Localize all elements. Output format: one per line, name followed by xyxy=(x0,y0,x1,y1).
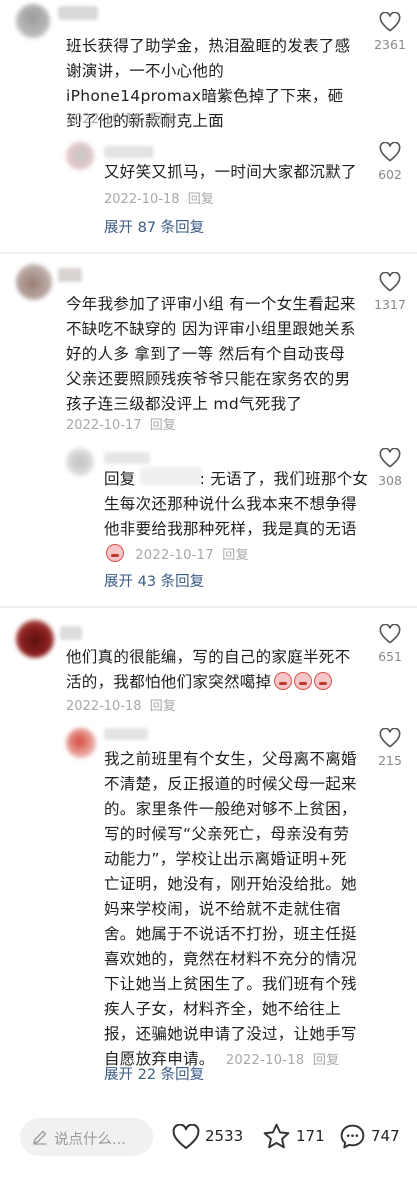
reply-link[interactable]: 回复 xyxy=(188,192,214,207)
like-total-count: 2533 xyxy=(205,1127,244,1145)
reply-meta: 2022-10-17 回复 xyxy=(135,548,253,563)
reply-text: : 无语了，我们班那个女生每次还那种说什么我本来不想争得他非要给我那种死样，我是… xyxy=(104,470,369,538)
heart-icon xyxy=(172,1124,200,1150)
reply-link[interactable]: 回复 xyxy=(222,548,249,563)
heart-icon xyxy=(379,727,401,748)
heart-icon xyxy=(379,271,401,292)
reply-link[interactable]: 回复 xyxy=(313,1053,340,1068)
avatar[interactable] xyxy=(66,728,96,758)
divider xyxy=(0,606,417,608)
like-count: 2361 xyxy=(374,37,406,52)
username-blurred[interactable] xyxy=(58,6,98,20)
like-button[interactable]: 1317 xyxy=(370,271,410,312)
like-button[interactable]: 651 xyxy=(370,623,410,664)
like-button[interactable]: 308 xyxy=(370,447,410,488)
comment-meta: 2022-10-17 回复 xyxy=(66,414,180,433)
comment-date: 2022-10-18 xyxy=(66,112,142,127)
reply-text: 我之前班里有个女生，父母离不离婚不清楚，反正报道的时候父母一起来的。家里条件一般… xyxy=(104,750,357,1068)
avatar[interactable] xyxy=(16,620,54,658)
avatar[interactable] xyxy=(16,4,50,38)
reply-link[interactable]: 回复 xyxy=(150,112,176,127)
reply-link[interactable]: 回复 xyxy=(150,699,176,714)
comment-text-block: 他们真的很能编，写的自己的家庭半死不活的，我都怕他们家突然噶掉 xyxy=(66,645,356,695)
like-button[interactable]: 602 xyxy=(370,141,410,182)
username-blurred[interactable] xyxy=(60,626,82,640)
comment-icon xyxy=(340,1124,365,1149)
expand-replies-link[interactable]: 展开 22 条回复 xyxy=(104,1063,204,1084)
reply-text-block: 回复: 无语了，我们班那个女生每次还那种说什么我本来不想争得他非要给我那种死样，… xyxy=(104,467,372,568)
avatar[interactable] xyxy=(66,142,94,170)
heart-icon xyxy=(379,141,401,162)
avatar[interactable] xyxy=(16,264,52,300)
comment-date: 2022-10-18 xyxy=(66,699,142,714)
username-blurred[interactable] xyxy=(104,146,154,158)
like-count: 651 xyxy=(378,649,402,664)
heart-icon xyxy=(379,623,401,644)
heart-icon xyxy=(379,447,401,468)
divider xyxy=(0,252,417,254)
favorite-count: 171 xyxy=(296,1127,325,1145)
comment-date: 2022-10-17 xyxy=(66,418,142,433)
reply-text-block: 我之前班里有个女生，父母离不离婚不清楚，反正报道的时候父母一起来的。家里条件一般… xyxy=(104,747,360,1073)
crying-emoji xyxy=(274,672,293,690)
reply-link[interactable]: 回复 xyxy=(150,418,176,433)
crying-emoji xyxy=(106,544,124,562)
comment-input[interactable]: 说点什么... xyxy=(20,1118,153,1156)
reply-date: 2022-10-17 xyxy=(135,548,214,563)
comment-text: 今年我参加了评审小组 有一个女生看起来不缺吃不缺穿的 因为评审小组里跟她关系好的… xyxy=(66,295,356,413)
comment-meta: 2022-10-18 回复 xyxy=(66,108,180,127)
pencil-icon xyxy=(33,1130,47,1145)
reply-meta: 2022-10-18 回复 xyxy=(104,188,218,207)
like-count: 308 xyxy=(378,473,402,488)
like-button[interactable]: 2361 xyxy=(370,11,410,52)
comment-meta: 2022-10-18 回复 xyxy=(66,695,180,714)
username-blurred[interactable] xyxy=(104,728,148,740)
reply-text: 又好笑又抓马，一时间大家都沉默了 xyxy=(104,163,357,181)
like-button[interactable]: 215 xyxy=(370,727,410,768)
reply-date: 2022-10-18 xyxy=(104,192,180,207)
expand-replies-link[interactable]: 展开 87 条回复 xyxy=(104,216,204,237)
like-count: 602 xyxy=(378,167,402,182)
comment-total-count: 747 xyxy=(371,1127,400,1145)
reply-date: 2022-10-18 xyxy=(225,1053,305,1068)
avatar[interactable] xyxy=(66,448,94,476)
username-blurred[interactable] xyxy=(104,452,150,464)
like-count: 1317 xyxy=(374,297,406,312)
reply-meta: 2022-10-18 回复 xyxy=(226,1053,344,1068)
bottom-action-bar: 说点什么... 2533 171 747 xyxy=(0,1104,417,1200)
star-icon xyxy=(263,1123,290,1149)
expand-replies-link[interactable]: 展开 43 条回复 xyxy=(104,570,204,591)
heart-icon xyxy=(379,11,401,32)
crying-emoji xyxy=(294,672,313,690)
like-count: 215 xyxy=(378,753,402,768)
reply-prefix: 回复 xyxy=(104,470,136,488)
username-blurred[interactable] xyxy=(58,268,82,282)
crying-emoji xyxy=(314,672,333,690)
comment-input-placeholder: 说点什么... xyxy=(54,1132,126,1148)
